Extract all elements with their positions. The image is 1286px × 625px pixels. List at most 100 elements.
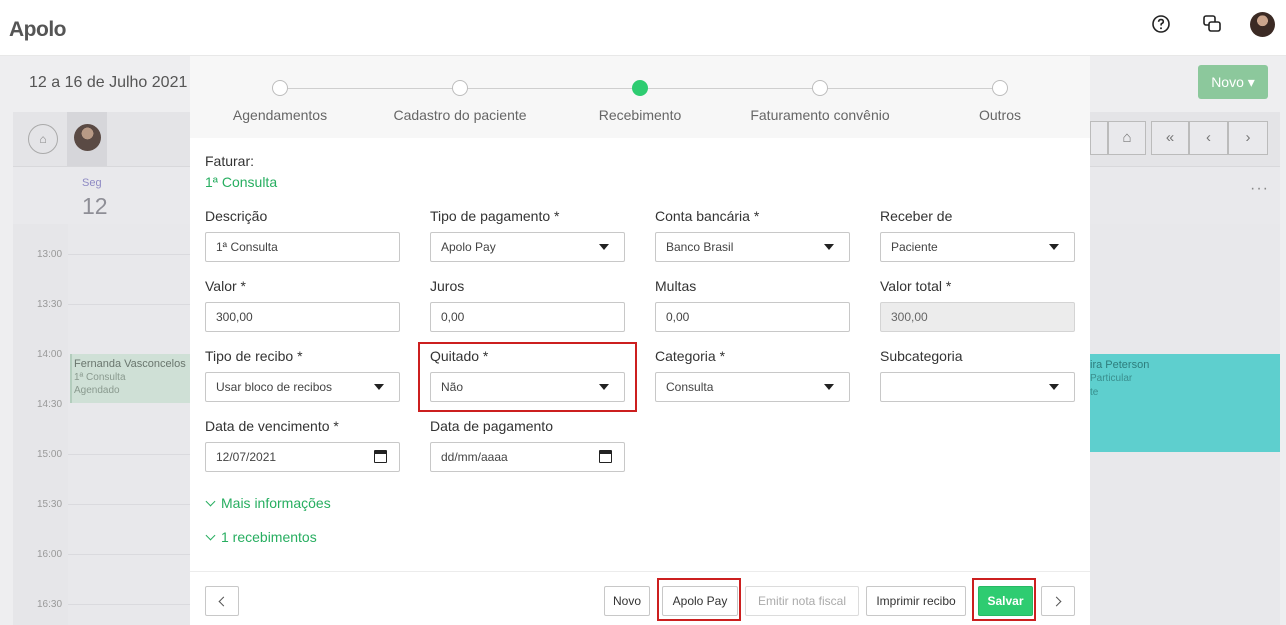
categoria-label: Categoria * — [655, 348, 726, 364]
apolo-pay-button[interactable]: Apolo Pay — [662, 586, 738, 616]
step-dot[interactable] — [272, 80, 288, 96]
step-dot[interactable] — [812, 80, 828, 96]
sitemap-icon[interactable]: ⌂ — [28, 124, 58, 154]
receber-de-value: Paciente — [891, 240, 938, 254]
data-vencimento-label: Data de vencimento * — [205, 418, 339, 434]
valor-input[interactable]: 300,00 — [205, 302, 400, 332]
descricao-input[interactable]: 1ª Consulta — [205, 232, 400, 262]
step-dot[interactable] — [992, 80, 1008, 96]
descricao-label: Descrição — [205, 208, 268, 224]
user-avatar[interactable] — [1250, 12, 1275, 37]
receber-de-select[interactable]: Paciente — [880, 232, 1075, 262]
appointment-type: 1ª Consulta — [74, 372, 126, 383]
data-pagamento-input[interactable]: dd/mm/aaaa — [430, 442, 625, 472]
step-dot-active[interactable] — [632, 80, 648, 96]
conta-bancaria-label: Conta bancária * — [655, 208, 760, 224]
quitado-select[interactable]: Não — [430, 372, 625, 402]
grid-line — [68, 504, 190, 505]
step-dot[interactable] — [452, 80, 468, 96]
recebimentos-toggle[interactable]: 1 recebimentos — [205, 529, 317, 545]
emitir-nota-fiscal-button: Emitir nota fiscal — [745, 586, 859, 616]
calendar-icon[interactable] — [599, 450, 612, 463]
juros-label: Juros — [430, 278, 465, 294]
tipo-pagamento-value: Apolo Pay — [441, 240, 496, 254]
help-icon[interactable] — [1151, 14, 1171, 34]
next-button[interactable] — [1041, 586, 1075, 616]
juros-input[interactable]: 0,00 — [430, 302, 625, 332]
grid-line — [68, 254, 190, 255]
tipo-recibo-select[interactable]: Usar bloco de recibos — [205, 372, 400, 402]
chat-icon[interactable] — [1202, 14, 1222, 34]
data-vencimento-value: 12/07/2021 — [216, 450, 277, 464]
appointment-card[interactable]: Fernanda Vasconcelos 1ª Consulta Agendad… — [70, 354, 190, 403]
tipo-pagamento-select[interactable]: Apolo Pay — [430, 232, 625, 262]
chevron-left-icon[interactable]: ‹ — [1189, 121, 1228, 155]
appointment-name: Fernanda Vasconcelos — [74, 358, 186, 370]
mais-informacoes-label: Mais informações — [221, 495, 331, 511]
tipo-pagamento-label: Tipo de pagamento * — [430, 208, 560, 224]
day-number: 12 — [82, 193, 108, 219]
caret-down-icon — [824, 384, 834, 390]
grid-line — [68, 554, 190, 555]
chevron-right-icon[interactable]: › — [1228, 121, 1268, 155]
top-bar: Apolo — [0, 0, 1286, 56]
caret-down-icon — [824, 244, 834, 250]
time-column — [13, 224, 68, 625]
quitado-label: Quitado * — [430, 348, 489, 364]
app-logo[interactable]: Apolo — [9, 18, 66, 42]
chevron-left-icon — [218, 596, 229, 607]
faturar-label: Faturar: — [205, 153, 255, 169]
data-vencimento-input[interactable]: 12/07/2021 — [205, 442, 400, 472]
valor-label: Valor * — [205, 278, 246, 294]
chevron-down-icon — [205, 496, 216, 507]
appointment-card[interactable]: ira Peterson Particular te — [1090, 354, 1280, 452]
previous-button[interactable] — [205, 586, 239, 616]
calendar-icon[interactable] — [374, 450, 387, 463]
categoria-value: Consulta — [666, 380, 714, 394]
data-pagamento-placeholder: dd/mm/aaaa — [441, 450, 508, 464]
day-column[interactable] — [68, 224, 190, 625]
novo-button[interactable]: Novo — [604, 586, 650, 616]
receipt-modal: Agendamentos Cadastro do paciente Recebi… — [190, 56, 1090, 625]
step-agendamentos[interactable]: Agendamentos — [190, 107, 370, 123]
recebimentos-label: 1 recebimentos — [221, 529, 317, 545]
categoria-select[interactable]: Consulta — [655, 372, 850, 402]
data-pagamento-label: Data de pagamento — [430, 418, 553, 434]
imprimir-recibo-button[interactable]: Imprimir recibo — [866, 586, 966, 616]
chevron-right-icon — [1051, 596, 1062, 607]
print-icon[interactable] — [1090, 121, 1108, 155]
valor-total-input: 300,00 — [880, 302, 1075, 332]
step-recebimento[interactable]: Recebimento — [550, 107, 730, 123]
time-label: 15:30 — [37, 499, 63, 510]
time-label: 14:00 — [37, 349, 63, 360]
time-label: 14:30 — [37, 399, 63, 410]
grid-line — [68, 604, 190, 605]
appointment-status: Agendado — [74, 385, 120, 396]
step-outros[interactable]: Outros — [910, 107, 1090, 123]
mais-informacoes-toggle[interactable]: Mais informações — [205, 495, 331, 511]
subcategoria-select[interactable] — [880, 372, 1075, 402]
time-label: 15:00 — [37, 449, 63, 460]
more-options-icon[interactable]: ··· — [1250, 180, 1269, 198]
chevron-down-icon — [205, 530, 216, 541]
appointment-type: Particular — [1090, 373, 1133, 384]
professional-avatar[interactable] — [67, 112, 107, 166]
day-name: Seg — [82, 177, 102, 189]
multas-input[interactable]: 0,00 — [655, 302, 850, 332]
time-label: 16:00 — [37, 549, 63, 560]
appointment-name: ira Peterson — [1090, 359, 1150, 371]
conta-bancaria-select[interactable]: Banco Brasil — [655, 232, 850, 262]
stepper: Agendamentos Cadastro do paciente Recebi… — [190, 56, 1090, 138]
tipo-recibo-label: Tipo de recibo * — [205, 348, 303, 364]
new-button[interactable]: Novo ▾ — [1198, 65, 1268, 99]
grid-line — [68, 454, 190, 455]
step-cadastro-paciente[interactable]: Cadastro do paciente — [370, 107, 550, 123]
salvar-button[interactable]: Salvar — [978, 586, 1033, 616]
step-faturamento-convenio[interactable]: Faturamento convênio — [730, 107, 910, 123]
calendar-title: 12 a 16 de Julho 2021 — [29, 74, 188, 91]
receber-de-label: Receber de — [880, 208, 953, 224]
appointment-status: te — [1090, 387, 1099, 398]
trash-icon[interactable]: ⌂ — [1108, 121, 1146, 155]
faturar-value: 1ª Consulta — [205, 174, 278, 190]
double-chevron-left-icon[interactable]: « — [1151, 121, 1189, 155]
